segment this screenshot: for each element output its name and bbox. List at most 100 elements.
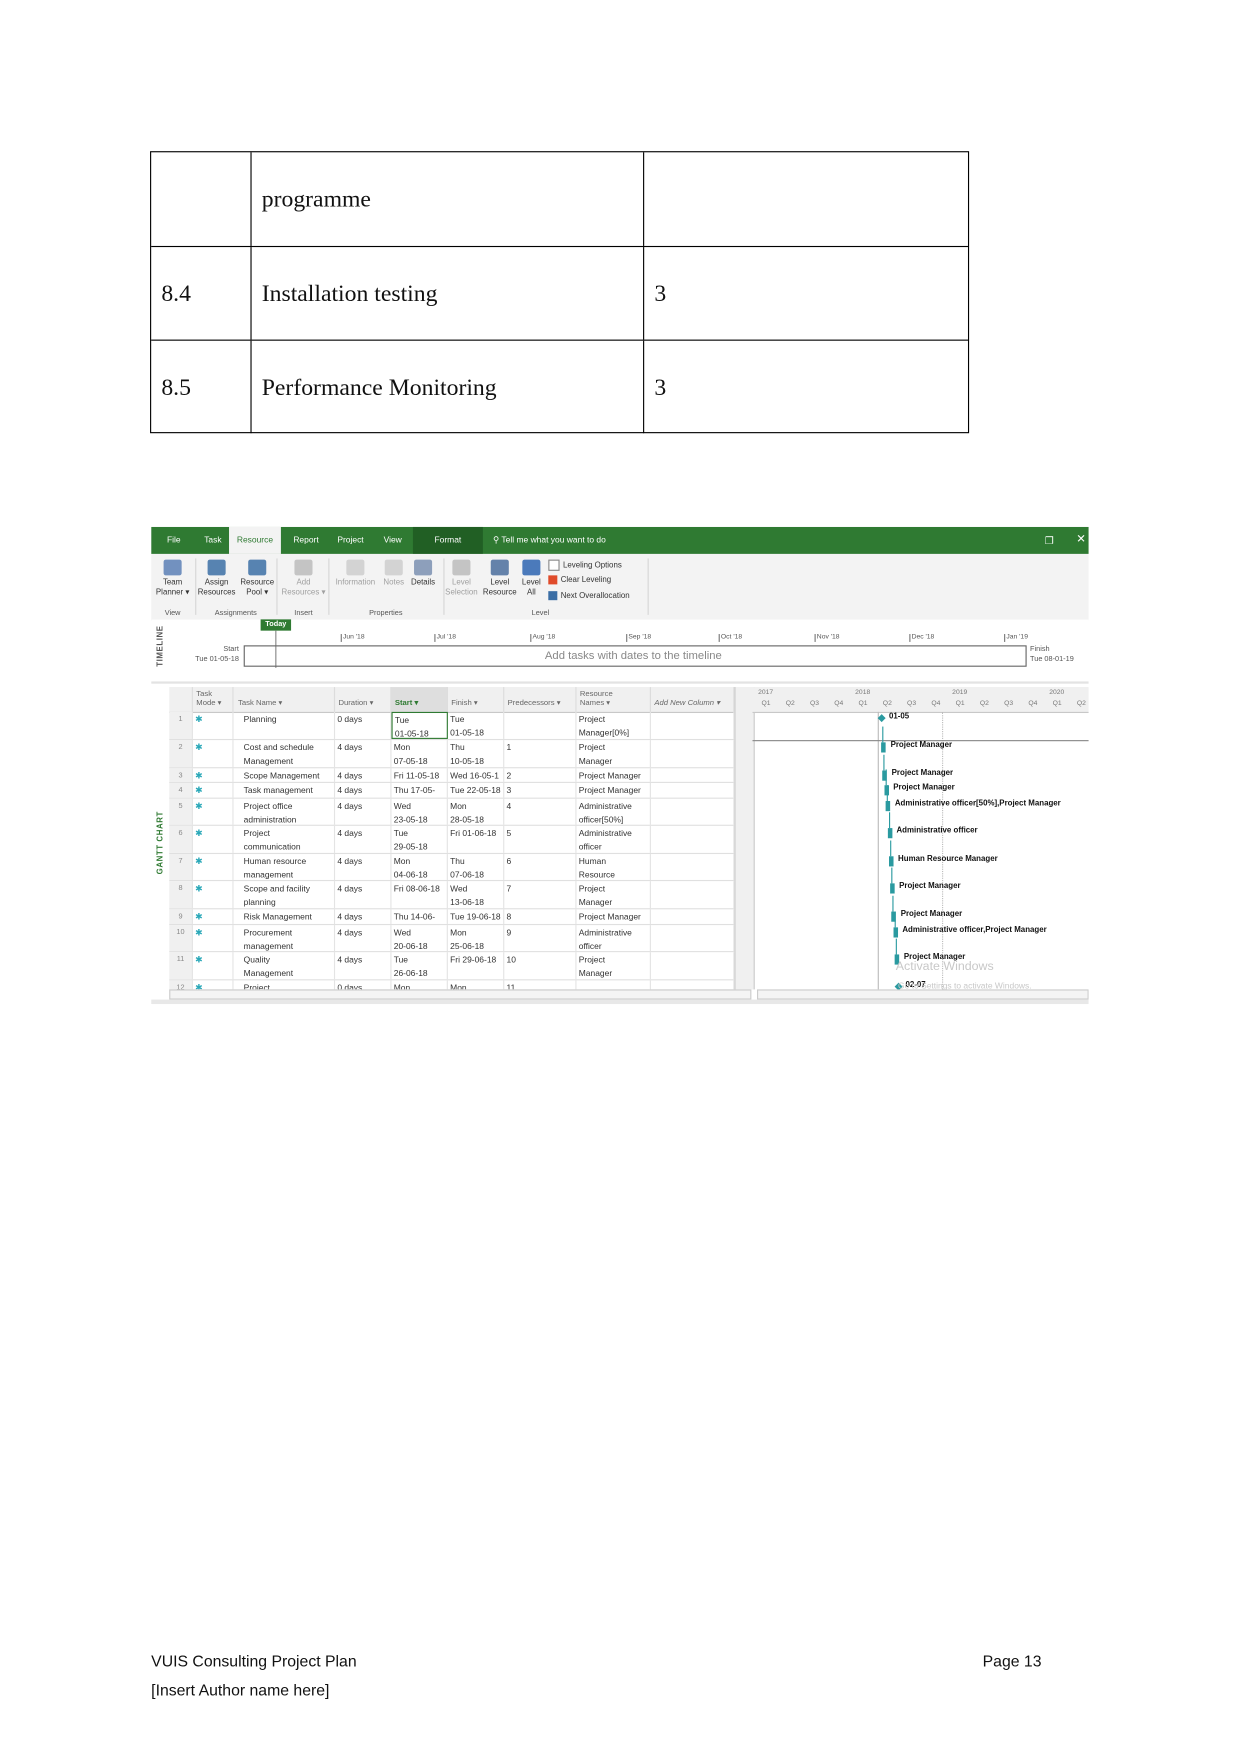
pred-cell[interactable]	[504, 711, 577, 739]
ribbon-button-notes[interactable]: Notes	[381, 559, 406, 588]
start-cell[interactable]: Tue 26-06-18	[391, 952, 448, 980]
select-all-corner[interactable]	[169, 687, 193, 712]
table-row[interactable]: 1 ✱ Planning 0 days Tue 01-05-18 Tue 01-05-18…	[169, 711, 735, 741]
ribbon-small-leveling-options[interactable]: Leveling Options	[548, 559, 622, 571]
duration-cell[interactable]: 4 days	[335, 798, 392, 825]
row-number[interactable]: 5	[169, 798, 193, 825]
tab-task[interactable]: Task	[204, 527, 221, 554]
resource-cell[interactable]: Human Resource	[577, 854, 651, 880]
row-number[interactable]: 11	[169, 952, 193, 980]
name-cell[interactable]: Project communication	[235, 825, 336, 853]
tab-project[interactable]: Project	[337, 527, 363, 554]
timeline-bar[interactable]: Add tasks with dates to the timeline	[243, 645, 1027, 667]
resource-cell[interactable]: Administrative officer	[577, 925, 651, 952]
column-header[interactable]: Predecessors ▾	[504, 687, 577, 712]
add-new-column-cell[interactable]	[651, 711, 735, 739]
task-bar[interactable]	[889, 856, 894, 867]
ribbon-button-team-planner[interactable]: Team Planner ▾	[153, 559, 191, 598]
duration-cell[interactable]: 4 days	[335, 768, 392, 782]
duration-cell[interactable]: 4 days	[335, 881, 392, 909]
column-header[interactable]: Start ▾	[391, 687, 448, 712]
row-number[interactable]: 12	[169, 980, 193, 990]
ribbon-button-add-resources[interactable]: Add Resources ▾	[280, 559, 327, 598]
finish-cell[interactable]: Thu 10-05-18	[448, 740, 505, 768]
row-number[interactable]: 2	[169, 740, 193, 768]
start-cell[interactable]: Tue 29-05-18	[391, 825, 448, 853]
add-new-column-cell[interactable]	[651, 925, 735, 952]
resource-cell[interactable]: Project Manager	[577, 881, 651, 909]
resource-cell[interactable]: Project Manager	[577, 768, 651, 782]
ribbon-small-next-overallocation[interactable]: Next Overallocation	[548, 591, 630, 601]
finish-cell[interactable]: Mon 28-05-18	[448, 798, 505, 825]
resource-cell[interactable]: Administrative officer[50%]	[577, 798, 651, 825]
add-new-column-cell[interactable]	[651, 881, 735, 909]
tab-format[interactable]: Format	[412, 526, 483, 554]
column-header[interactable]: Finish ▾	[448, 687, 505, 712]
start-cell[interactable]: Wed 23-05-18	[391, 798, 448, 825]
table-row[interactable]: 6 ✱ Project communication 4 days Tue 29-05-1…	[169, 825, 735, 855]
table-row[interactable]: 9✱ Risk Management4 daysThu 14-06-18Tue 1…	[169, 909, 735, 926]
ribbon-button-level-all[interactable]: Level All	[519, 559, 544, 598]
task-mode-cell[interactable]: ✱	[193, 798, 234, 825]
task-mode-cell[interactable]: ✱	[193, 980, 234, 990]
resource-cell[interactable]: Project Manager[0%]	[577, 711, 651, 739]
duration-cell[interactable]: 0 days	[335, 980, 392, 990]
close-icon[interactable]: ✕	[1076, 527, 1085, 554]
pred-cell[interactable]: 4	[504, 798, 577, 825]
resource-cell[interactable]: Project Manager	[577, 782, 651, 798]
finish-cell[interactable]: Tue 22-05-18	[448, 782, 505, 798]
restore-icon[interactable]: ❐	[1045, 527, 1054, 554]
name-cell[interactable]: Procurement management	[235, 925, 336, 952]
resource-cell[interactable]: Administrative officer	[577, 825, 651, 853]
pred-cell[interactable]: 10	[504, 952, 577, 980]
task-mode-cell[interactable]: ✱	[193, 740, 234, 768]
task-mode-cell[interactable]: ✱	[193, 881, 234, 909]
row-number[interactable]: 10	[169, 925, 193, 952]
name-cell[interactable]: Scope Management	[235, 768, 336, 782]
add-new-column-cell[interactable]	[651, 740, 735, 768]
task-bar[interactable]	[881, 742, 887, 753]
finish-cell[interactable]: Thu 07-06-18	[448, 854, 505, 880]
row-number[interactable]: 7	[169, 854, 193, 880]
add-new-column-cell[interactable]	[651, 952, 735, 980]
table-row[interactable]: 11 ✱ Quality Management 4 days Tue 26-06-18 F…	[169, 952, 735, 981]
task-mode-cell[interactable]: ✱	[193, 952, 234, 980]
pred-cell[interactable]: 2	[504, 768, 577, 782]
finish-cell[interactable]: Wed 16-05-1	[448, 768, 505, 782]
table-row[interactable]: 8 ✱ Scope and facility planning 4 days Fri 0…	[169, 881, 735, 910]
tab-report[interactable]: Report	[293, 527, 318, 554]
row-number[interactable]: 3	[169, 768, 193, 782]
start-cell[interactable]: Fri 11-05-18	[391, 768, 448, 782]
finish-cell[interactable]: Tue 19-06-18	[448, 909, 505, 924]
table-row[interactable]: 3 ✱ Scope Management 4 days Fri 11-05-18 Wed …	[169, 768, 735, 783]
task-mode-cell[interactable]: ✱	[193, 825, 234, 853]
row-number[interactable]: 8	[169, 881, 193, 909]
table-row[interactable]: 10 ✱ Procurement management 4 days Wed 20-06…	[169, 925, 735, 953]
task-mode-cell[interactable]: ✱	[193, 854, 234, 880]
table-row[interactable]: 7 ✱ Human resource management 4 days Mon 04-…	[169, 854, 735, 882]
duration-cell[interactable]: 0 days	[335, 711, 392, 739]
task-bar[interactable]	[890, 883, 895, 894]
pred-cell[interactable]: 1	[504, 740, 577, 768]
finish-cell[interactable]: Mon 25-06-18	[448, 925, 505, 952]
duration-cell[interactable]: 4 days	[335, 854, 392, 880]
resource-cell[interactable]: Project Manager	[577, 909, 651, 924]
name-cell[interactable]: Planning	[235, 711, 336, 739]
tab-view[interactable]: View	[384, 527, 402, 554]
task-bar[interactable]	[887, 828, 892, 839]
tell-me-search[interactable]: ⚲ Tell me what you want to do	[493, 527, 606, 554]
gantt-horizontal-scrollbar[interactable]	[757, 989, 1089, 1000]
start-cell[interactable]: Tue 01-05-18	[391, 711, 448, 739]
resource-cell[interactable]	[577, 980, 651, 990]
task-bar[interactable]	[893, 927, 898, 938]
pred-cell[interactable]: 8	[504, 909, 577, 924]
row-number[interactable]: 9	[169, 909, 193, 924]
pred-cell[interactable]: 5	[504, 825, 577, 853]
name-cell[interactable]: Human resource management	[235, 854, 336, 880]
duration-cell[interactable]: 4 days	[335, 740, 392, 768]
start-cell[interactable]: Thu 14-06-18	[391, 909, 448, 924]
view-splitter[interactable]	[734, 687, 755, 990]
task-bar[interactable]	[885, 801, 891, 812]
ribbon-button-level-resource[interactable]: Level Resource	[481, 559, 519, 598]
name-cell[interactable]: Scope and facility planning	[235, 881, 336, 909]
